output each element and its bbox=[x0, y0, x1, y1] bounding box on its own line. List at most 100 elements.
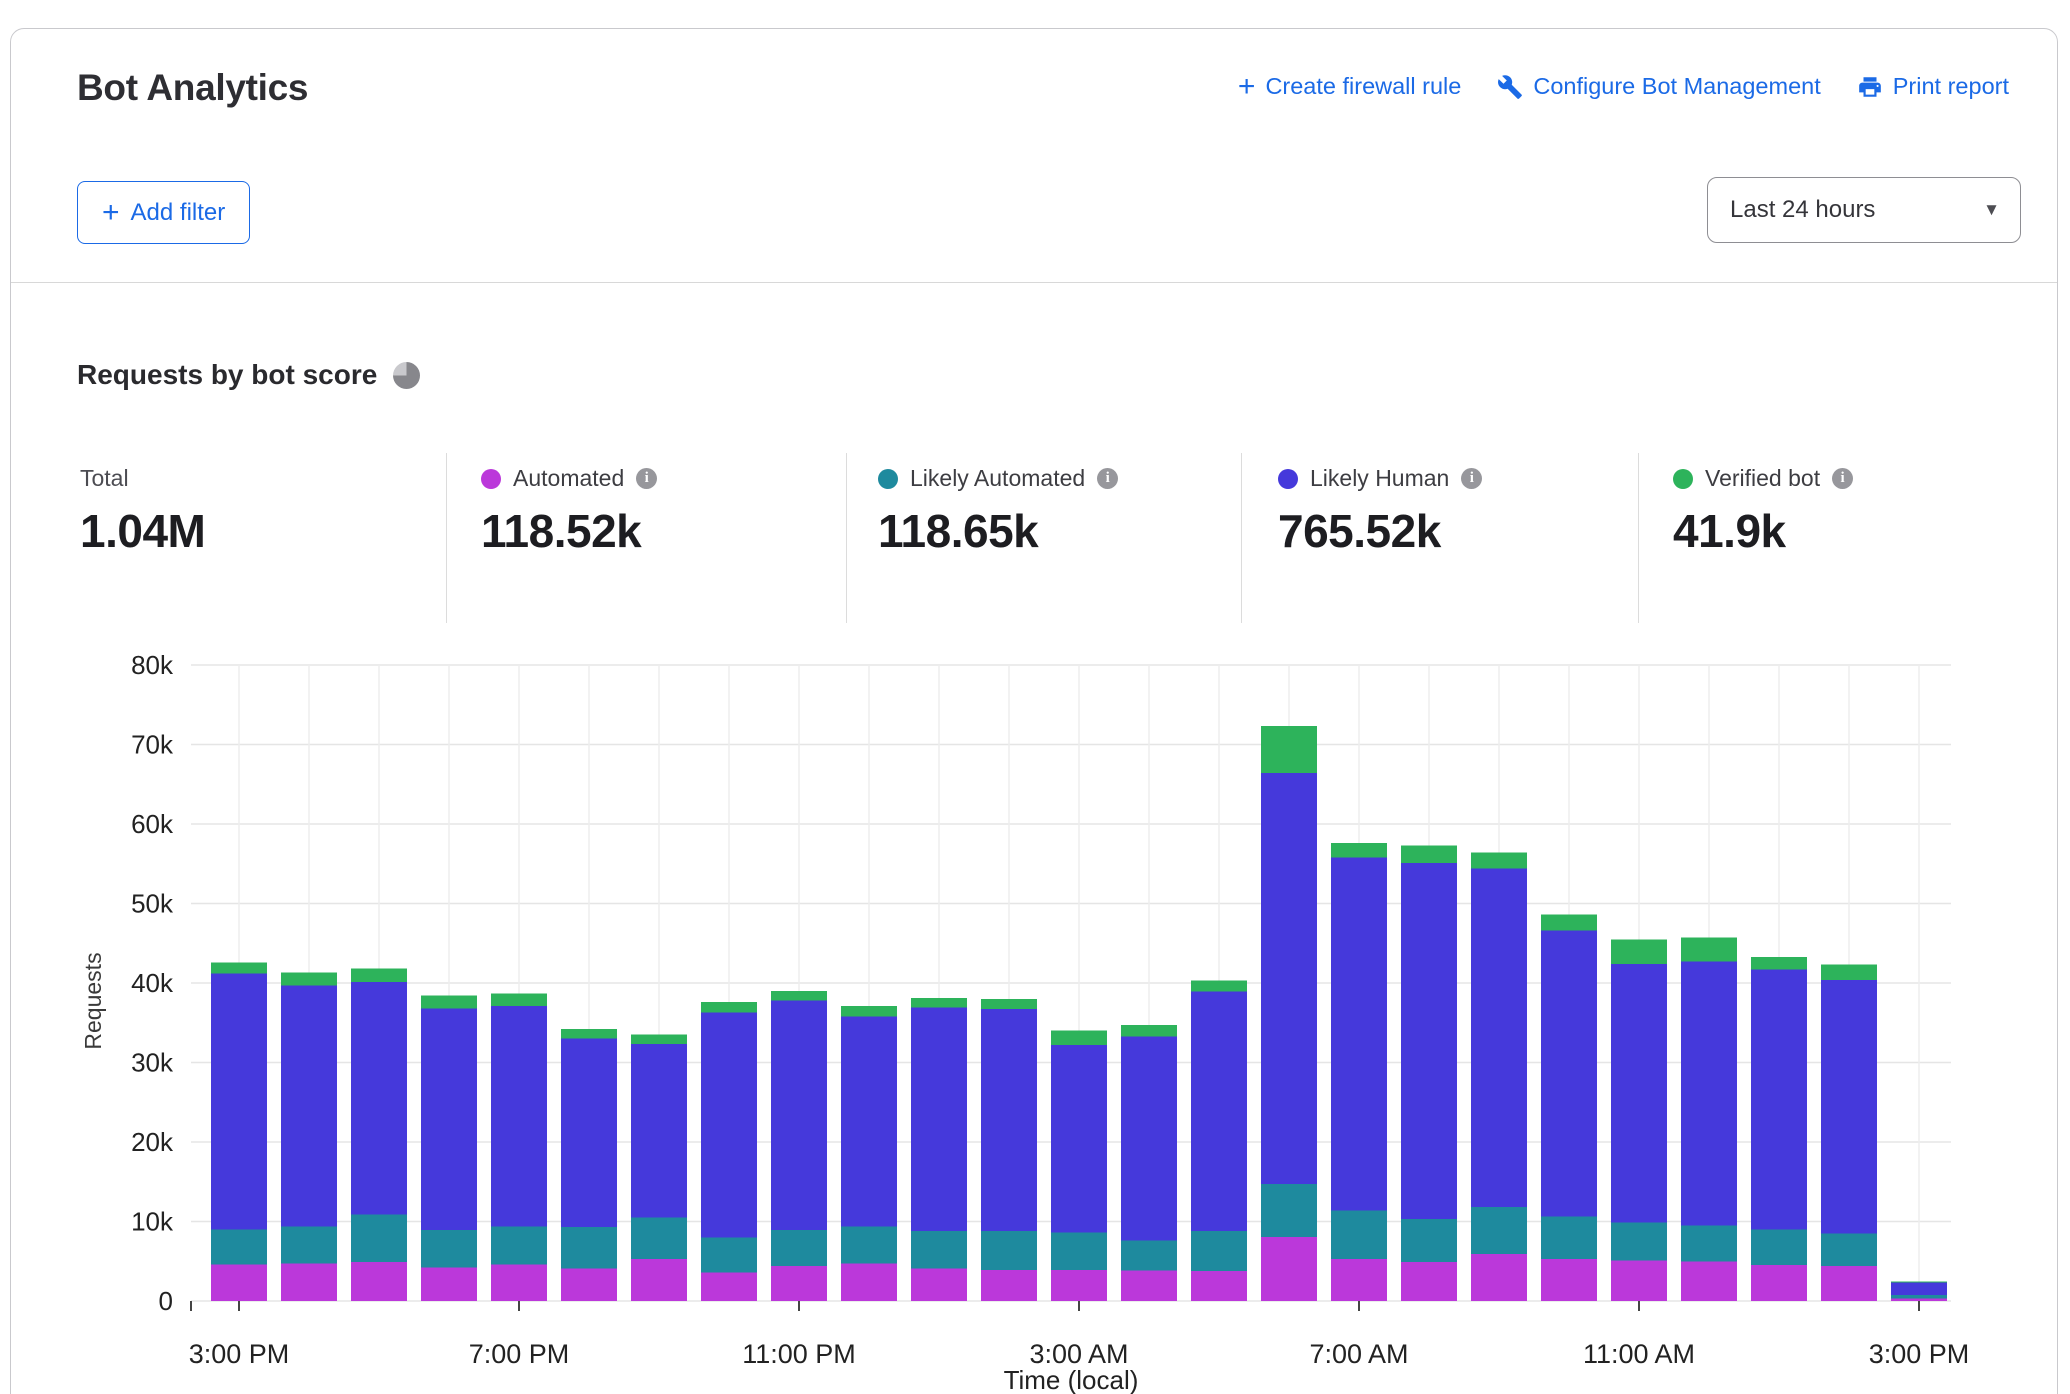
bar-likely-automated-100AM[interactable] bbox=[911, 1231, 967, 1268]
configure-bot-management-link[interactable]: Configure Bot Management bbox=[1497, 73, 1820, 100]
bar-verified-bot-700PM[interactable] bbox=[491, 993, 547, 1006]
bar-verified-bot-1200PM[interactable] bbox=[1681, 938, 1737, 962]
bar-verified-bot-200AM[interactable] bbox=[981, 999, 1037, 1009]
bar-likely-human-900AM[interactable] bbox=[1471, 869, 1527, 1208]
bar-likely-human-400PM[interactable] bbox=[281, 985, 337, 1226]
bar-likely-human-700PM[interactable] bbox=[491, 1006, 547, 1226]
bar-likely-human-200AM[interactable] bbox=[981, 1009, 1037, 1231]
bar-automated-1000AM[interactable] bbox=[1541, 1259, 1597, 1301]
bar-likely-human-800PM[interactable] bbox=[561, 1039, 617, 1227]
bar-verified-bot-100PM[interactable] bbox=[1751, 957, 1807, 970]
bar-automated-900PM[interactable] bbox=[631, 1259, 687, 1301]
info-icon[interactable]: i bbox=[1832, 468, 1853, 489]
bar-verified-bot-300PM[interactable] bbox=[211, 962, 267, 973]
bar-verified-bot-1000PM[interactable] bbox=[701, 1002, 757, 1012]
bar-likely-automated-700AM[interactable] bbox=[1331, 1210, 1387, 1258]
bar-verified-bot-100AM[interactable] bbox=[911, 998, 967, 1008]
info-icon[interactable]: i bbox=[1461, 468, 1482, 489]
bar-likely-human-300PM[interactable] bbox=[211, 973, 267, 1229]
bar-verified-bot-300PM[interactable] bbox=[1891, 1282, 1947, 1283]
bar-likely-human-500AM[interactable] bbox=[1191, 992, 1247, 1231]
bar-likely-automated-200PM[interactable] bbox=[1821, 1233, 1877, 1266]
bar-verified-bot-1100AM[interactable] bbox=[1611, 939, 1667, 964]
bar-verified-bot-300AM[interactable] bbox=[1051, 1031, 1107, 1045]
bar-verified-bot-200PM[interactable] bbox=[1821, 965, 1877, 980]
bar-likely-automated-400AM[interactable] bbox=[1121, 1241, 1177, 1271]
bar-likely-automated-400PM[interactable] bbox=[281, 1226, 337, 1263]
bar-likely-human-1200AM[interactable] bbox=[841, 1016, 897, 1226]
bar-verified-bot-900PM[interactable] bbox=[631, 1035, 687, 1045]
bar-likely-human-600PM[interactable] bbox=[421, 1008, 477, 1230]
bar-automated-300AM[interactable] bbox=[1051, 1270, 1107, 1301]
bar-automated-1100PM[interactable] bbox=[771, 1266, 827, 1301]
bar-automated-1000PM[interactable] bbox=[701, 1272, 757, 1301]
bar-likely-automated-300PM[interactable] bbox=[211, 1229, 267, 1264]
bar-verified-bot-900AM[interactable] bbox=[1471, 853, 1527, 869]
bar-likely-human-400AM[interactable] bbox=[1121, 1036, 1177, 1240]
bar-likely-automated-1000AM[interactable] bbox=[1541, 1217, 1597, 1259]
bar-likely-automated-300PM[interactable] bbox=[1891, 1295, 1947, 1299]
bar-verified-bot-700AM[interactable] bbox=[1331, 843, 1387, 857]
bar-automated-1100AM[interactable] bbox=[1611, 1260, 1667, 1301]
bar-likely-human-100AM[interactable] bbox=[911, 1008, 967, 1231]
bar-automated-400AM[interactable] bbox=[1121, 1270, 1177, 1301]
bar-verified-bot-1100PM[interactable] bbox=[771, 991, 827, 1001]
bar-likely-automated-600AM[interactable] bbox=[1261, 1184, 1317, 1237]
bar-automated-500PM[interactable] bbox=[351, 1262, 407, 1301]
bar-automated-1200AM[interactable] bbox=[841, 1264, 897, 1301]
bar-likely-human-200PM[interactable] bbox=[1821, 980, 1877, 1234]
bar-automated-200PM[interactable] bbox=[1821, 1266, 1877, 1301]
bar-automated-700PM[interactable] bbox=[491, 1264, 547, 1301]
bar-automated-900AM[interactable] bbox=[1471, 1254, 1527, 1301]
bar-likely-automated-1100AM[interactable] bbox=[1611, 1222, 1667, 1260]
bar-automated-700AM[interactable] bbox=[1331, 1259, 1387, 1301]
bar-likely-human-300AM[interactable] bbox=[1051, 1045, 1107, 1233]
bar-likely-automated-500PM[interactable] bbox=[351, 1214, 407, 1262]
bar-verified-bot-800PM[interactable] bbox=[561, 1029, 617, 1039]
bar-likely-automated-1200PM[interactable] bbox=[1681, 1225, 1737, 1261]
bar-automated-600AM[interactable] bbox=[1261, 1237, 1317, 1301]
bar-automated-800AM[interactable] bbox=[1401, 1262, 1457, 1301]
bar-likely-automated-1200AM[interactable] bbox=[841, 1227, 897, 1264]
bar-automated-400PM[interactable] bbox=[281, 1264, 337, 1301]
bar-likely-automated-300AM[interactable] bbox=[1051, 1233, 1107, 1270]
bar-likely-human-900PM[interactable] bbox=[631, 1044, 687, 1217]
bar-likely-automated-500AM[interactable] bbox=[1191, 1231, 1247, 1271]
bar-likely-automated-600PM[interactable] bbox=[421, 1230, 477, 1267]
bar-verified-bot-600AM[interactable] bbox=[1261, 726, 1317, 773]
bar-verified-bot-1200AM[interactable] bbox=[841, 1006, 897, 1016]
print-report-link[interactable]: Print report bbox=[1857, 73, 2009, 100]
bar-verified-bot-500AM[interactable] bbox=[1191, 981, 1247, 992]
bar-automated-500AM[interactable] bbox=[1191, 1271, 1247, 1301]
bar-likely-human-1100AM[interactable] bbox=[1611, 964, 1667, 1222]
bar-automated-800PM[interactable] bbox=[561, 1268, 617, 1301]
bar-automated-1200PM[interactable] bbox=[1681, 1261, 1737, 1301]
bar-likely-automated-800PM[interactable] bbox=[561, 1227, 617, 1268]
bar-likely-automated-1100PM[interactable] bbox=[771, 1230, 827, 1266]
bar-likely-human-500PM[interactable] bbox=[351, 982, 407, 1214]
bar-verified-bot-400AM[interactable] bbox=[1121, 1025, 1177, 1036]
add-filter-button[interactable]: + Add filter bbox=[77, 181, 250, 244]
bar-verified-bot-400PM[interactable] bbox=[281, 973, 337, 986]
bar-automated-200AM[interactable] bbox=[981, 1270, 1037, 1301]
bar-automated-600PM[interactable] bbox=[421, 1268, 477, 1301]
bar-likely-automated-100PM[interactable] bbox=[1751, 1229, 1807, 1265]
info-icon[interactable]: i bbox=[636, 468, 657, 489]
bar-likely-automated-900AM[interactable] bbox=[1471, 1207, 1527, 1254]
bar-automated-300PM[interactable] bbox=[211, 1264, 267, 1301]
bar-likely-human-700AM[interactable] bbox=[1331, 857, 1387, 1210]
bar-likely-human-1000AM[interactable] bbox=[1541, 931, 1597, 1217]
bar-likely-automated-1000PM[interactable] bbox=[701, 1237, 757, 1272]
bar-verified-bot-500PM[interactable] bbox=[351, 969, 407, 983]
bar-likely-automated-900PM[interactable] bbox=[631, 1218, 687, 1259]
bar-likely-automated-700PM[interactable] bbox=[491, 1226, 547, 1264]
bar-likely-human-800AM[interactable] bbox=[1401, 863, 1457, 1219]
bar-verified-bot-600PM[interactable] bbox=[421, 996, 477, 1009]
time-range-select[interactable]: Last 24 hours ▼ bbox=[1707, 177, 2021, 243]
create-firewall-rule-link[interactable]: + Create firewall rule bbox=[1238, 73, 1461, 100]
bar-automated-300PM[interactable] bbox=[1891, 1299, 1947, 1301]
bar-likely-human-100PM[interactable] bbox=[1751, 969, 1807, 1229]
info-icon[interactable]: i bbox=[1097, 468, 1118, 489]
bar-verified-bot-800AM[interactable] bbox=[1401, 845, 1457, 862]
bar-automated-100PM[interactable] bbox=[1751, 1265, 1807, 1301]
